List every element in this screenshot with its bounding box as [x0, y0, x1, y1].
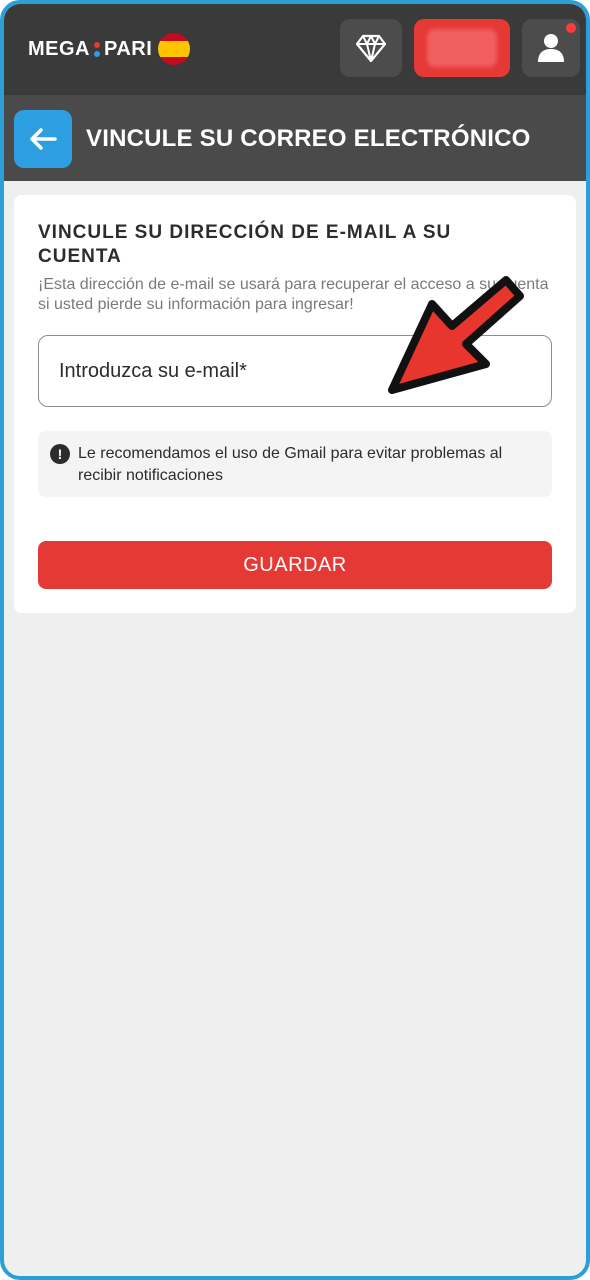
arrow-left-icon [30, 128, 57, 150]
page-header: VINCULE SU CORREO ELECTRÓNICO [4, 95, 586, 181]
email-input[interactable] [38, 335, 552, 407]
logo-text-right: PARI [104, 37, 153, 60]
logo-text-left: MEGA [28, 37, 90, 60]
user-icon [538, 34, 564, 62]
user-profile-button[interactable] [522, 19, 580, 77]
logo-separator [94, 41, 100, 57]
link-email-card: VINCULE SU DIRECCIÓN DE E-MAIL A SU CUEN… [14, 195, 576, 613]
card-description: ¡Esta dirección de e-mail se usará para … [38, 276, 549, 313]
gmail-recommendation-notice: ! Le recomendamos el uso de Gmail para e… [38, 431, 552, 497]
notice-text: Le recomendamos el uso de Gmail para evi… [78, 445, 503, 484]
back-button[interactable] [14, 110, 72, 168]
spain-flag-icon [158, 33, 191, 65]
page-title: VINCULE SU CORREO ELECTRÓNICO [86, 125, 531, 152]
notification-dot [566, 23, 576, 33]
save-button[interactable]: GUARDAR [38, 541, 552, 589]
blurred-balance [427, 29, 497, 67]
card-heading: VINCULE SU DIRECCIÓN DE E-MAIL A SU CUEN… [38, 222, 452, 267]
megapari-logo[interactable]: MEGA PARI [28, 33, 191, 65]
vip-diamond-button[interactable] [340, 19, 402, 77]
top-header: MEGA PARI [4, 4, 586, 95]
app-frame: MEGA PARI VINCULE SU CORREO ELECTRÓNICO … [0, 0, 590, 1280]
deposit-button[interactable] [414, 19, 510, 77]
exclamation-icon: ! [50, 444, 70, 464]
diamond-icon [356, 34, 386, 62]
